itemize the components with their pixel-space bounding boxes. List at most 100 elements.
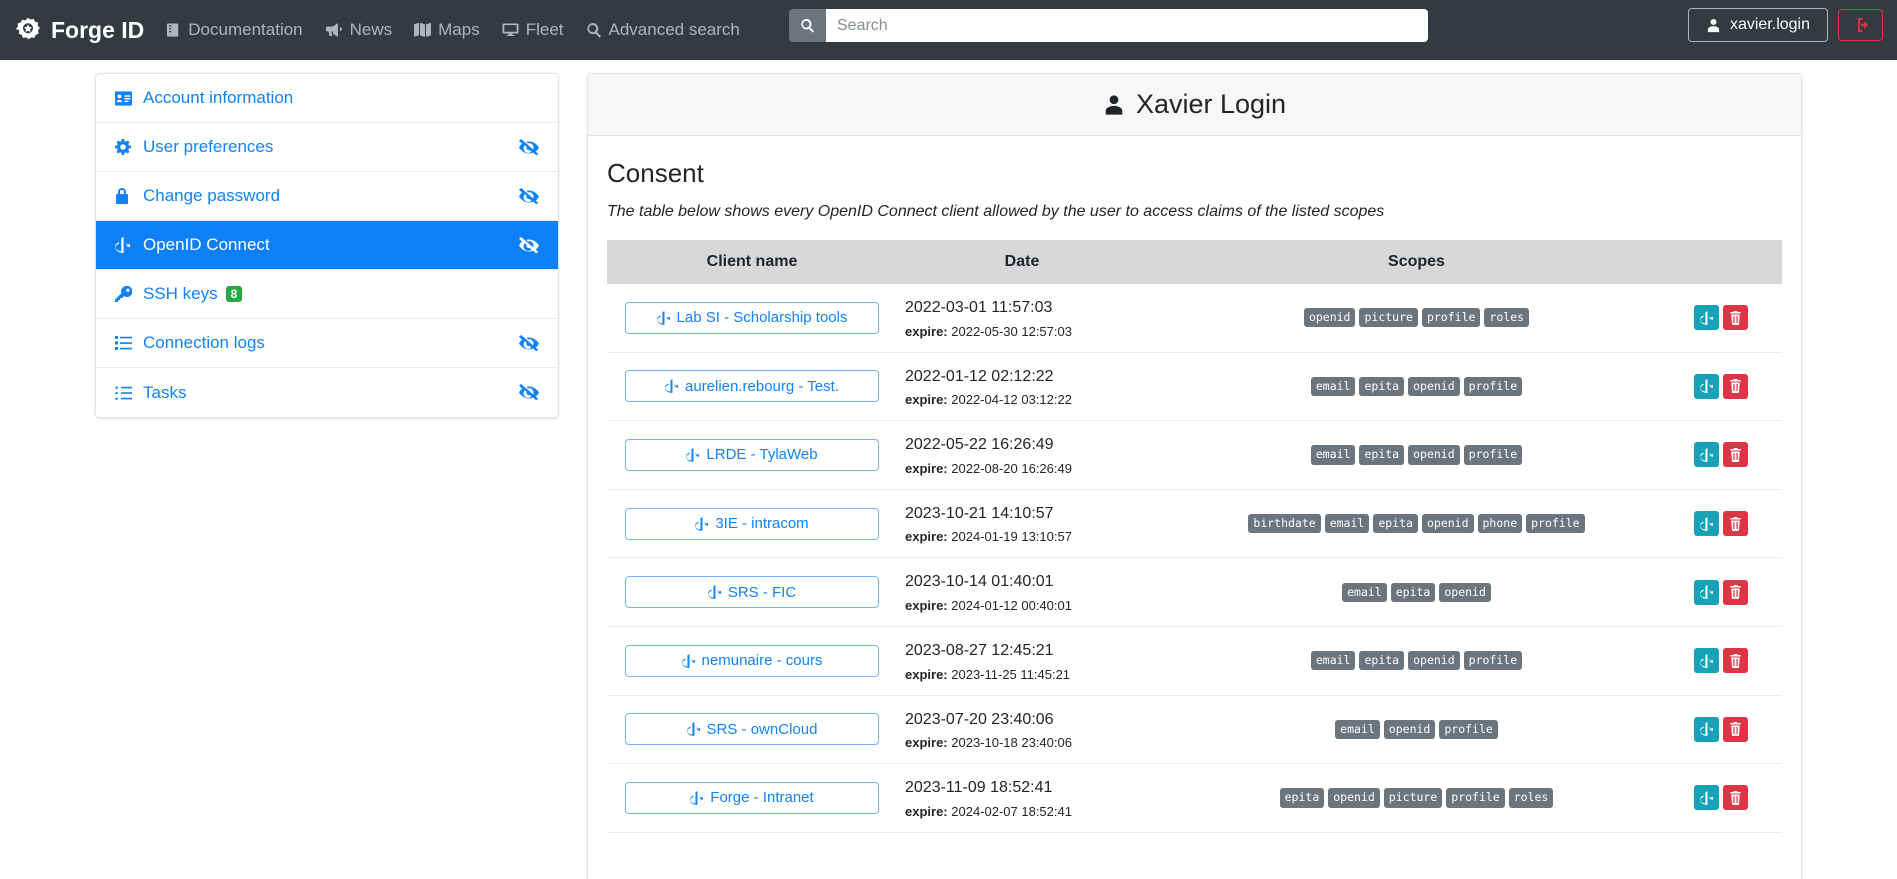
openid-detail-button[interactable] [1694, 305, 1719, 331]
user-menu-label: xavier.login [1729, 16, 1810, 33]
openid-icon [115, 237, 139, 253]
client-link-button[interactable]: Lab SI - Scholarship tools [625, 301, 879, 334]
scope-badge: openid [1408, 445, 1460, 465]
section-subtitle: The table below shows every OpenID Conne… [607, 203, 1385, 220]
sidebar-item-label: Connection logs [143, 333, 265, 352]
client-link-label: SRS - ownCloud [706, 720, 818, 738]
openid-detail-button[interactable] [1694, 442, 1719, 468]
sidebar-item-account-information[interactable]: Account information [96, 74, 558, 123]
delete-consent-button[interactable] [1723, 373, 1748, 399]
client-link-label: LRDE - TylaWeb [706, 446, 818, 464]
openid-detail-button[interactable] [1694, 716, 1719, 742]
eye-slash-icon[interactable] [519, 236, 539, 254]
scope-badge: openid [1328, 788, 1380, 808]
sidebar-item-openid-connect[interactable]: OpenID Connect [96, 221, 558, 270]
client-link-button[interactable]: 3IE - intracom [625, 507, 879, 540]
openid-icon [1700, 516, 1713, 531]
cell-actions [1686, 489, 1782, 559]
column-header-actions [1686, 240, 1782, 284]
expire-date: expire: 2023-11-25 11:45:21 [905, 666, 1071, 682]
nav-link-maps[interactable]: Maps [414, 20, 480, 40]
openid-detail-button[interactable] [1694, 579, 1719, 605]
row-actions [1694, 716, 1774, 742]
table-row: Lab SI - Scholarship tools 2022-03-01 11:… [607, 284, 1782, 353]
scope-badge-list: openid picture profile roles [1155, 308, 1678, 328]
scope-badge: openid [1303, 308, 1356, 328]
client-link-button[interactable]: nemunaire - cours [625, 644, 879, 677]
sidebar-item-label: Tasks [143, 382, 187, 402]
scope-badge-list: email openid profile [1155, 719, 1678, 739]
delete-consent-button[interactable] [1723, 442, 1748, 468]
openid-icon [690, 791, 704, 805]
openid-icon [695, 516, 709, 531]
eye-slash-icon[interactable] [519, 187, 539, 205]
expire-label: expire: [905, 803, 948, 819]
client-link-button[interactable]: SRS - FIC [625, 576, 879, 609]
sidebar-item-connection-logs[interactable]: Connection logs [96, 319, 558, 368]
logout-button[interactable] [1838, 9, 1883, 41]
row-actions [1694, 648, 1774, 674]
cell-scopes: epita openid picture profile roles [1147, 763, 1686, 833]
scope-badge: epita [1359, 445, 1405, 465]
client-link-button[interactable]: Forge - Intranet [625, 781, 879, 814]
search-bar [789, 9, 1428, 42]
client-link-button[interactable]: aurelien.rebourg - Test. [625, 370, 879, 403]
cell-actions [1686, 557, 1782, 627]
nav-link-fleet[interactable]: Fleet [502, 20, 564, 40]
eye-slash-icon[interactable] [519, 384, 539, 401]
scope-badge: epita [1390, 582, 1436, 602]
search-submit-button[interactable] [789, 9, 826, 42]
account-sidebar: Account information User preferences Cha… [95, 73, 559, 418]
expire-label: expire: [905, 529, 948, 545]
search-icon [586, 22, 602, 38]
sidebar-item-user-preferences[interactable]: User preferences [96, 123, 558, 172]
scope-badge: email [1335, 719, 1380, 739]
nav-link-label: Advanced search [608, 20, 740, 39]
brand[interactable]: Forge ID [14, 16, 144, 44]
consent-table-body: Lab SI - Scholarship tools 2022-03-01 11:… [607, 284, 1782, 833]
scope-badge: roles [1484, 308, 1530, 328]
delete-consent-button[interactable] [1723, 579, 1748, 605]
eye-slash-icon[interactable] [519, 138, 539, 156]
expire-date: expire: 2022-05-30 12:57:03 [905, 323, 1072, 339]
trash-icon [1729, 516, 1742, 531]
cell-scopes: email epita openid profile [1147, 352, 1686, 422]
scope-badge: epita [1279, 788, 1325, 808]
cell-date: 2022-05-22 16:26:49 expire: 2022-08-20 16… [897, 420, 1147, 490]
client-link-label: Lab SI - Scholarship tools [676, 309, 848, 327]
cell-scopes: email epita openid profile [1147, 420, 1686, 490]
nav-link-documentation[interactable]: Documentation [166, 20, 303, 40]
expire-label: expire: [905, 392, 948, 408]
scope-badge: openid [1408, 651, 1460, 671]
sidebar-item-change-password[interactable]: Change password [96, 172, 558, 221]
openid-icon [1700, 653, 1713, 668]
delete-consent-button[interactable] [1723, 305, 1748, 331]
user-menu-button[interactable]: xavier.login [1687, 8, 1828, 42]
map-icon [414, 22, 432, 38]
sidebar-item-ssh-keys[interactable]: SSH keys 8 [96, 270, 558, 319]
client-link-button[interactable]: SRS - ownCloud [625, 713, 879, 746]
cell-actions [1686, 626, 1782, 696]
scope-badge-list: email epita openid [1155, 582, 1678, 602]
openid-detail-button[interactable] [1694, 373, 1719, 399]
openid-detail-button[interactable] [1694, 648, 1719, 674]
search-input[interactable] [826, 9, 1428, 42]
openid-detail-button[interactable] [1694, 785, 1719, 811]
scope-badge: epita [1359, 376, 1405, 396]
expire-label: expire: [905, 323, 948, 339]
client-link-button[interactable]: LRDE - TylaWeb [625, 438, 879, 471]
column-header-client-name: Client name [607, 240, 897, 284]
delete-consent-button[interactable] [1723, 716, 1748, 742]
nav-link-advanced-search[interactable]: Advanced search [586, 20, 740, 40]
cell-client-name: SRS - FIC [607, 557, 897, 627]
expire-label: expire: [905, 735, 948, 751]
cell-client-name: LRDE - TylaWeb [607, 420, 897, 490]
sidebar-item-tasks[interactable]: Tasks [96, 368, 558, 417]
delete-consent-button[interactable] [1723, 785, 1748, 811]
openid-detail-button[interactable] [1694, 511, 1719, 537]
nav-link-news[interactable]: News [325, 20, 392, 40]
delete-consent-button[interactable] [1723, 648, 1748, 674]
eye-slash-icon[interactable] [519, 334, 539, 352]
scope-badge-list: epita openid picture profile roles [1155, 788, 1678, 808]
delete-consent-button[interactable] [1723, 511, 1748, 537]
